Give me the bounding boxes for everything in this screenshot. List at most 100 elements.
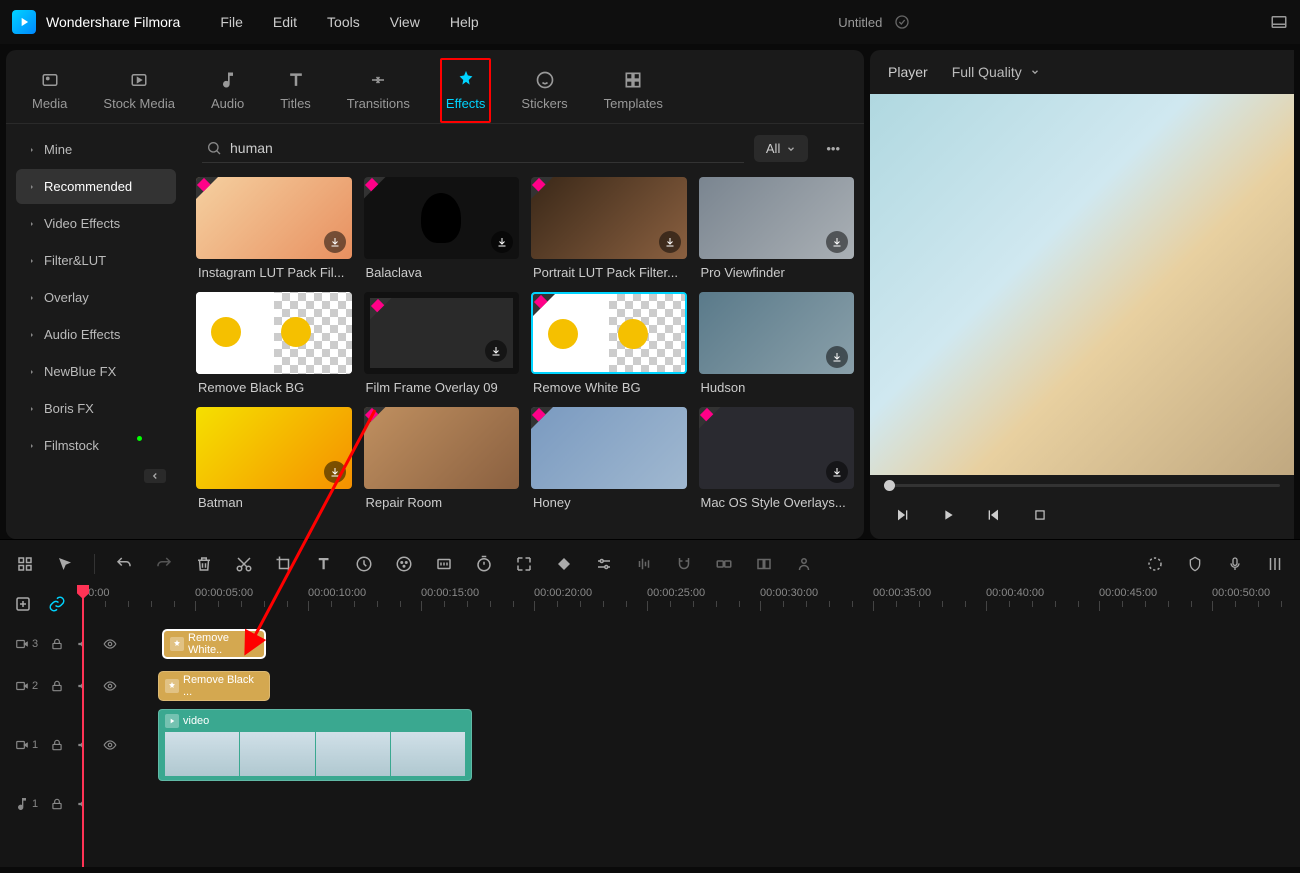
text-tool[interactable] [313, 553, 335, 575]
marker-button[interactable] [1184, 553, 1206, 575]
stop-button[interactable] [1030, 505, 1050, 525]
effect-clip-icon [170, 637, 184, 651]
tab-effects[interactable]: Effects [440, 58, 492, 123]
premium-icon [531, 407, 553, 429]
sidebar-item-newblue-fx[interactable]: NewBlue FX [16, 354, 176, 389]
audio-tool[interactable] [633, 553, 655, 575]
color-tool[interactable] [393, 553, 415, 575]
undo-button[interactable] [113, 553, 135, 575]
download-icon[interactable] [826, 461, 848, 483]
speed-tool[interactable] [353, 553, 375, 575]
lock-icon[interactable] [50, 679, 64, 693]
download-icon[interactable] [485, 340, 507, 362]
effect-card[interactable]: Hudson [699, 292, 855, 395]
menu-file[interactable]: File [220, 14, 243, 30]
link-tool[interactable] [713, 553, 735, 575]
add-track-button[interactable] [14, 595, 34, 615]
track: 2Remove Black ... [0, 665, 1300, 707]
prev-frame-button[interactable] [892, 505, 912, 525]
visibility-icon[interactable] [102, 637, 118, 651]
tab-media[interactable]: Media [26, 58, 73, 123]
download-icon[interactable] [659, 231, 681, 253]
menu-edit[interactable]: Edit [273, 14, 297, 30]
playhead[interactable] [82, 587, 84, 867]
effect-card[interactable]: Film Frame Overlay 09 [364, 292, 520, 395]
sidebar-item-recommended[interactable]: Recommended [16, 169, 176, 204]
effect-card[interactable]: Portrait LUT Pack Filter... [531, 177, 687, 280]
redo-button[interactable] [153, 553, 175, 575]
lock-icon[interactable] [50, 797, 64, 811]
effect-card[interactable]: Remove White BG [531, 292, 687, 395]
effect-clip[interactable]: Remove Black ... [158, 671, 270, 701]
split-view-tool[interactable] [753, 553, 775, 575]
download-icon[interactable] [826, 346, 848, 368]
render-button[interactable] [1144, 553, 1166, 575]
tab-templates[interactable]: Templates [598, 58, 669, 123]
crop-button[interactable] [273, 553, 295, 575]
download-icon[interactable] [826, 231, 848, 253]
lock-icon[interactable] [50, 738, 64, 752]
tab-stock-media[interactable]: Stock Media [97, 58, 181, 123]
sidebar-item-video-effects[interactable]: Video Effects [16, 206, 176, 241]
audio-icon [216, 68, 240, 92]
effect-card[interactable]: Honey [531, 407, 687, 510]
tab-audio[interactable]: Audio [205, 58, 250, 123]
stickers-icon [533, 68, 557, 92]
mixer-button[interactable] [1264, 553, 1286, 575]
premium-icon [531, 177, 553, 199]
voiceover-button[interactable] [1224, 553, 1246, 575]
lock-icon[interactable] [50, 637, 64, 651]
effect-card[interactable]: Batman [196, 407, 352, 510]
sidebar-item-audio-effects[interactable]: Audio Effects [16, 317, 176, 352]
visibility-icon[interactable] [102, 738, 118, 752]
effect-clip[interactable]: Remove White.. [162, 629, 266, 659]
download-icon[interactable] [324, 461, 346, 483]
timeline-ruler[interactable]: 00:0000:00:05:0000:00:10:0000:00:15:0000… [82, 587, 1286, 623]
download-icon[interactable] [491, 231, 513, 253]
menu-tools[interactable]: Tools [327, 14, 360, 30]
ruler-mark: 00:00:50:00 [1212, 587, 1270, 599]
link-toggle[interactable] [48, 595, 68, 615]
visibility-icon[interactable] [102, 679, 118, 693]
player-scrubber[interactable] [884, 484, 1280, 487]
more-options-button[interactable]: ••• [818, 137, 848, 160]
cut-button[interactable] [233, 553, 255, 575]
tab-titles[interactable]: Titles [274, 58, 317, 123]
keyframe-tool[interactable] [553, 553, 575, 575]
effects-panel-tool[interactable] [793, 553, 815, 575]
effect-card[interactable]: Instagram LUT Pack Fil... [196, 177, 352, 280]
filter-dropdown[interactable]: All [754, 135, 808, 162]
play-button[interactable] [938, 505, 958, 525]
cursor-tool[interactable] [54, 553, 76, 575]
effect-card[interactable]: Balaclava [364, 177, 520, 280]
video-clip[interactable]: video [158, 709, 472, 781]
effect-card[interactable]: Remove Black BG [196, 292, 352, 395]
collapse-sidebar-button[interactable] [144, 469, 166, 483]
search-input[interactable] [230, 140, 740, 156]
effect-card[interactable]: Pro Viewfinder [699, 177, 855, 280]
sidebar-item-overlay[interactable]: Overlay [16, 280, 176, 315]
effect-label: Instagram LUT Pack Fil... [196, 259, 352, 280]
next-frame-button[interactable] [984, 505, 1004, 525]
layout-icon[interactable] [1270, 13, 1288, 31]
effect-card[interactable]: Repair Room [364, 407, 520, 510]
menu-view[interactable]: View [390, 14, 420, 30]
magnet-tool[interactable] [673, 553, 695, 575]
adjust-tool[interactable] [593, 553, 615, 575]
tab-transitions[interactable]: Transitions [341, 58, 416, 123]
expand-tool[interactable] [513, 553, 535, 575]
delete-button[interactable] [193, 553, 215, 575]
sidebar-item-boris-fx[interactable]: Boris FX [16, 391, 176, 426]
effect-card[interactable]: Mac OS Style Overlays... [699, 407, 855, 510]
sidebar-item-filter-lut[interactable]: Filter&LUT [16, 243, 176, 278]
sidebar-item-mine[interactable]: Mine [16, 132, 176, 167]
mask-tool[interactable] [433, 553, 455, 575]
sidebar-item-filmstock[interactable]: Filmstock [16, 428, 176, 463]
grid-tool[interactable] [14, 553, 36, 575]
timer-tool[interactable] [473, 553, 495, 575]
download-icon[interactable] [324, 231, 346, 253]
tab-stickers[interactable]: Stickers [515, 58, 573, 123]
effect-label: Repair Room [364, 489, 520, 510]
quality-dropdown[interactable]: Full Quality [952, 64, 1040, 80]
menu-help[interactable]: Help [450, 14, 479, 30]
